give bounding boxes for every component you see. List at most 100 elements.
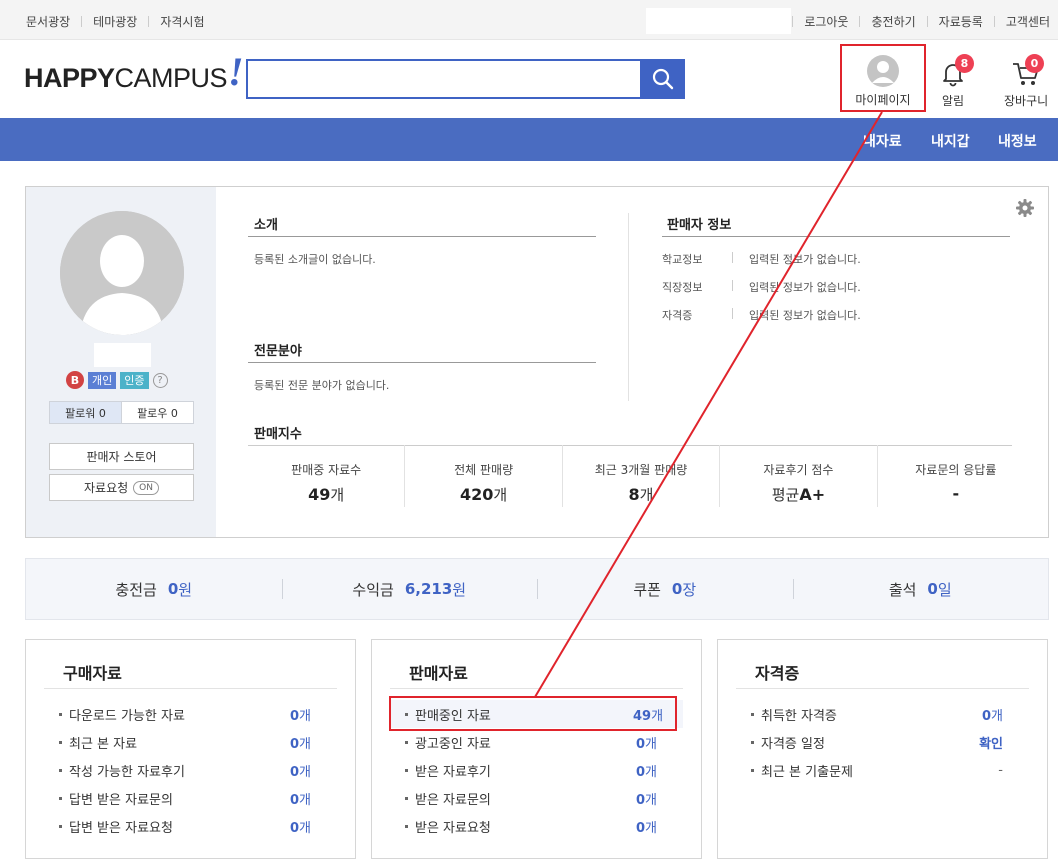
divider [81, 16, 83, 27]
row-count: 49 [633, 708, 652, 724]
list-item[interactable]: 받은 자료요청 0개 [390, 812, 683, 840]
divider [248, 236, 596, 237]
list-item[interactable]: 다운로드 가능한 자료 0개 [44, 700, 337, 728]
balance-attendance[interactable]: 출석 0 일 [792, 559, 1049, 619]
list-item[interactable]: 받은 자료문의 0개 [390, 784, 683, 812]
customer-center-link[interactable]: 고객센터 [1006, 13, 1050, 30]
list-item[interactable]: 받은 자료후기 0개 [390, 756, 683, 784]
seller-info-title: 판매자 정보 [667, 218, 732, 233]
stat-value: 49 [308, 485, 331, 504]
cart-label: 장바구니 [1004, 94, 1049, 108]
nav-my-wallet[interactable]: 내지갑 [931, 131, 970, 151]
topnav-cert-exam[interactable]: 자격시험 [160, 13, 204, 30]
nav-my-materials[interactable]: 내자료 [863, 131, 902, 151]
row-value: - [998, 762, 1003, 778]
settings-button[interactable] [1016, 199, 1034, 220]
seller-row-key: 자격증 [662, 309, 693, 322]
stat-item: 전체 판매량 420개 [405, 445, 563, 507]
balance-revenue[interactable]: 수익금 6,213 원 [281, 559, 538, 619]
seller-store-label: 판매자 스토어 [86, 450, 157, 464]
row-count: 0 [289, 708, 300, 724]
seller-row-value: 입력된 정보가 없습니다. [749, 309, 861, 322]
help-icon[interactable]: ? [152, 372, 168, 388]
search-button[interactable] [641, 59, 685, 99]
row-unit: 개 [651, 708, 664, 724]
stat-item: 판매중 자료수 49개 [248, 445, 406, 507]
logout-link[interactable]: 로그아웃 [804, 13, 848, 30]
mypage-button[interactable]: 마이페이지 [840, 44, 926, 112]
topnav-doc-plaza[interactable]: 문서광장 [26, 13, 70, 30]
list-item[interactable]: 작성 가능한 자료후기 0개 [44, 756, 337, 784]
seller-store-button[interactable]: 판매자 스토어 [49, 443, 194, 470]
list-item[interactable]: 답변 받은 자료요청 0개 [44, 812, 337, 840]
stat-item: 자료문의 응답률 - [878, 445, 1034, 507]
mypage-label: 마이페이지 [855, 93, 911, 107]
list-item[interactable]: 취득한 자격증 0개 [736, 700, 1029, 728]
upload-link[interactable]: 자료등록 [939, 13, 983, 30]
followers-count[interactable]: 팔로워 0 [50, 402, 121, 423]
stat-value: 8 [628, 485, 640, 504]
divider [736, 688, 1029, 689]
follow-counts: 팔로워 0 팔로우 0 [49, 401, 194, 424]
logo-mark: ! [228, 48, 244, 94]
intro-title: 소개 [254, 218, 278, 233]
divider [248, 362, 596, 363]
balance-value: 0 [671, 580, 683, 598]
specialty-text: 등록된 전문 분야가 없습니다. [254, 379, 390, 392]
stat-label: 판매중 자료수 [291, 463, 362, 477]
divider [390, 688, 683, 689]
balance-unit: 원 [178, 580, 193, 599]
seller-work-row: 직장정보 입력된 정보가 없습니다. [662, 279, 861, 295]
stat-label: 자료문의 응답률 [915, 463, 997, 477]
material-request-button[interactable]: 자료요청 ON [49, 474, 194, 501]
box-title: 판매자료 [409, 664, 468, 683]
personal-tag: 개인 [88, 371, 117, 389]
cert-schedule-link[interactable]: 확인 [979, 737, 1003, 752]
profile-card: B 개인 인증 ? 팔로워 0 팔로우 0 판매자 스토어 자료요청 ON 소개… [25, 186, 1049, 538]
list-item-selling[interactable]: 판매중인 자료 49개 [390, 700, 683, 728]
following-count[interactable]: 팔로우 0 [121, 402, 193, 423]
list-item[interactable]: 최근 본 기출문제 - [736, 756, 1029, 784]
gear-icon [1016, 199, 1034, 217]
divider [859, 16, 861, 27]
box-title: 자격증 [755, 664, 800, 683]
nav-my-info[interactable]: 내정보 [998, 131, 1037, 151]
divider [993, 16, 995, 27]
row-unit: 개 [645, 736, 657, 752]
alarm-button[interactable]: 알림 8 [938, 54, 974, 109]
balance-label: 수익금 [352, 580, 394, 599]
row-label: 받은 자료문의 [415, 792, 491, 808]
row-unit: 개 [299, 708, 311, 724]
list-item[interactable]: 최근 본 자료 0개 [44, 728, 337, 756]
request-on-toggle[interactable]: ON [133, 480, 159, 495]
specialty-title: 전문분야 [254, 344, 302, 359]
divider [148, 16, 150, 27]
list-item[interactable]: 광고중인 자료 0개 [390, 728, 683, 756]
list-item[interactable]: 답변 받은 자료문의 0개 [44, 784, 337, 812]
balance-charge[interactable]: 충전금 0 원 [26, 559, 282, 619]
row-count: 0 [981, 708, 992, 724]
row-label: 답변 받은 자료요청 [69, 820, 173, 836]
search-input[interactable] [248, 61, 640, 97]
happycampus-logo[interactable]: HAPPY CAMPUS! [24, 49, 244, 98]
row-unit: 개 [645, 820, 657, 836]
user-avatar-icon [867, 55, 899, 87]
row-count: 0 [635, 792, 646, 808]
charge-link[interactable]: 충전하기 [871, 13, 915, 30]
cart-button[interactable]: 장바구니 0 [1004, 54, 1049, 109]
balance-unit: 장 [682, 580, 697, 599]
seller-cert-row: 자격증 입력된 정보가 없습니다. [662, 307, 861, 323]
stat-unit: 개 [639, 486, 654, 504]
alarm-label: 알림 [941, 94, 965, 108]
material-request-label: 자료요청 [84, 481, 129, 495]
list-item[interactable]: 자격증 일정 확인 [736, 728, 1029, 756]
row-unit: 개 [991, 708, 1003, 724]
topnav-theme-plaza[interactable]: 테마광장 [93, 13, 137, 30]
profile-side-panel: B 개인 인증 ? 팔로워 0 팔로우 0 판매자 스토어 자료요청 ON [26, 187, 216, 537]
sales-materials-box: 판매자료 판매중인 자료 49개 광고중인 자료 0개 받은 자료후기 0개 받은 자… [371, 639, 702, 859]
row-unit: 개 [299, 736, 311, 752]
row-count: 0 [289, 736, 300, 752]
seller-school-row: 학교정보 입력된 정보가 없습니다. [662, 251, 861, 267]
balance-coupon[interactable]: 쿠폰 0 장 [537, 559, 793, 619]
cart-count-badge: 0 [1025, 54, 1044, 73]
